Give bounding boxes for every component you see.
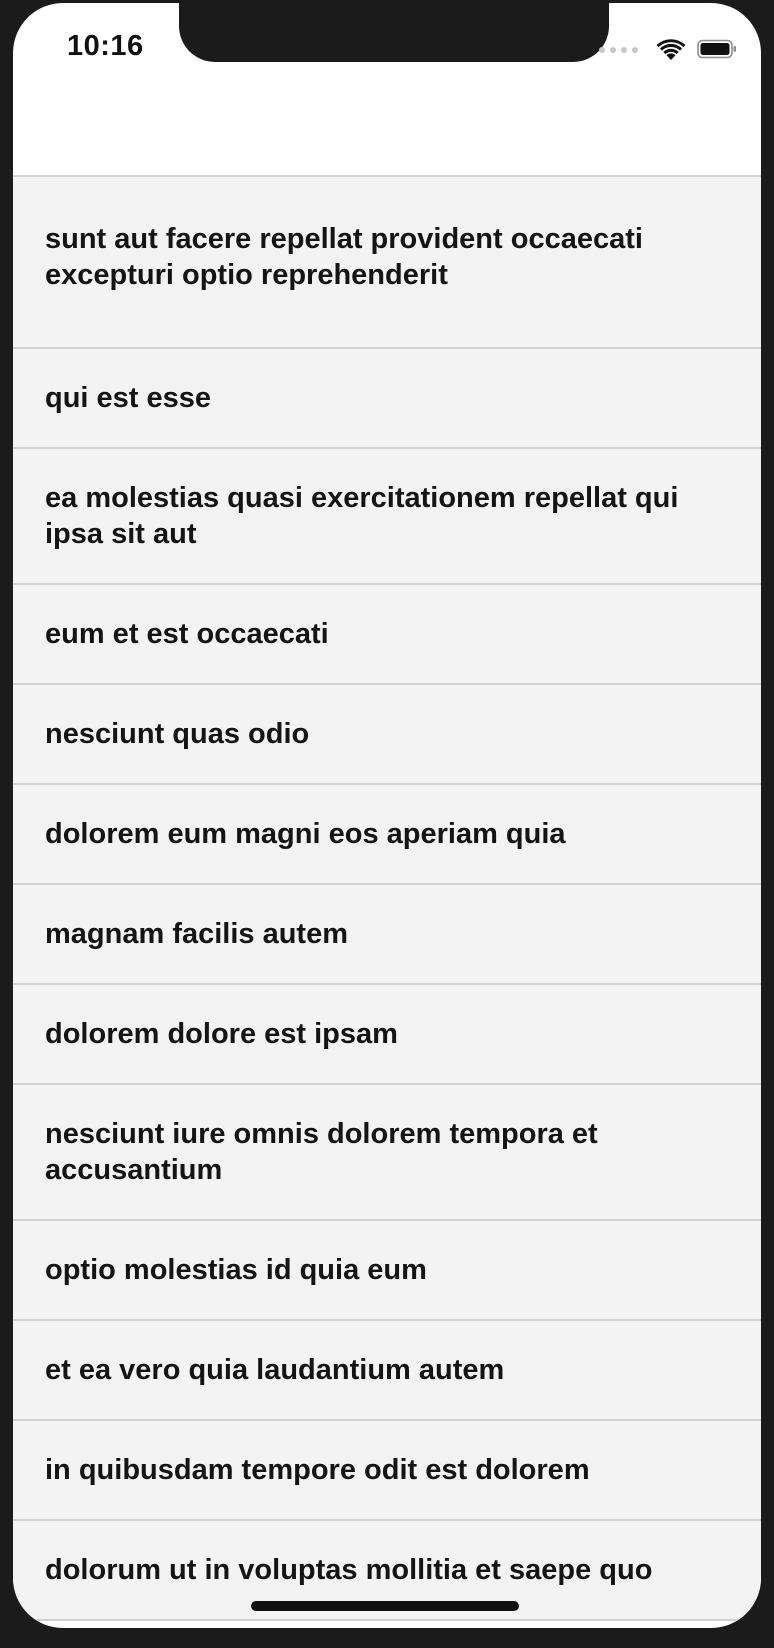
list-item[interactable]: sunt aut facere repellat provident occae… [13,221,761,349]
list-item[interactable]: in quibusdam tempore odit est dolorem [13,1421,761,1521]
list-item-title: nesciunt quas odio [45,718,310,750]
status-time: 10:16 [67,30,144,62]
list-item-title: optio molestias id quia eum [45,1254,427,1286]
list-item-title: dolorem eum magni eos aperiam quia [45,818,566,850]
camera-notch [179,3,609,62]
list-item-title: sunt aut facere repellat provident occae… [45,223,643,291]
list-item-title: in quibusdam tempore odit est dolorem [45,1454,590,1486]
cellular-signal-icon [599,47,638,53]
list-item[interactable]: qui est esse [13,349,761,449]
status-icons [599,38,739,62]
list-item[interactable]: eum et est occaecati [13,585,761,685]
list-item[interactable]: nesciunt iure omnis dolorem tempora et a… [13,1085,761,1221]
list-item-title: dolorem dolore est ipsam [45,1018,398,1050]
list-item-title: nesciunt iure omnis dolorem tempora et a… [45,1118,598,1186]
list-item[interactable]: ea molestias quasi exercitationem repell… [13,449,761,585]
list-item-title: eum et est occaecati [45,618,329,650]
list-item[interactable]: dolorem dolore est ipsam [13,985,761,1085]
battery-icon [697,39,736,59]
list-item-title: et ea vero quia laudantium autem [45,1354,505,1386]
list-item-title: qui est esse [45,382,212,414]
list-item[interactable]: nesciunt quas odio [13,685,761,785]
list-item[interactable]: et ea vero quia laudantium autem [13,1321,761,1421]
list-item-title: ea molestias quasi exercitationem repell… [45,482,679,550]
list-item-title: magnam facilis autem [45,918,348,950]
list-top-spacer [13,177,761,221]
wifi-icon [656,39,686,60]
list-item[interactable]: dolorem eum magni eos aperiam quia [13,785,761,885]
list-item[interactable]: magnam facilis autem [13,885,761,985]
list-item[interactable]: optio molestias id quia eum [13,1221,761,1321]
list-item-title: dolorum ut in voluptas mollitia et saepe… [45,1554,653,1586]
post-list[interactable]: sunt aut facere repellat provident occae… [13,177,761,1621]
home-indicator[interactable] [251,1601,519,1611]
phone-screen: sunt aut facere repellat provident occae… [13,3,761,1628]
